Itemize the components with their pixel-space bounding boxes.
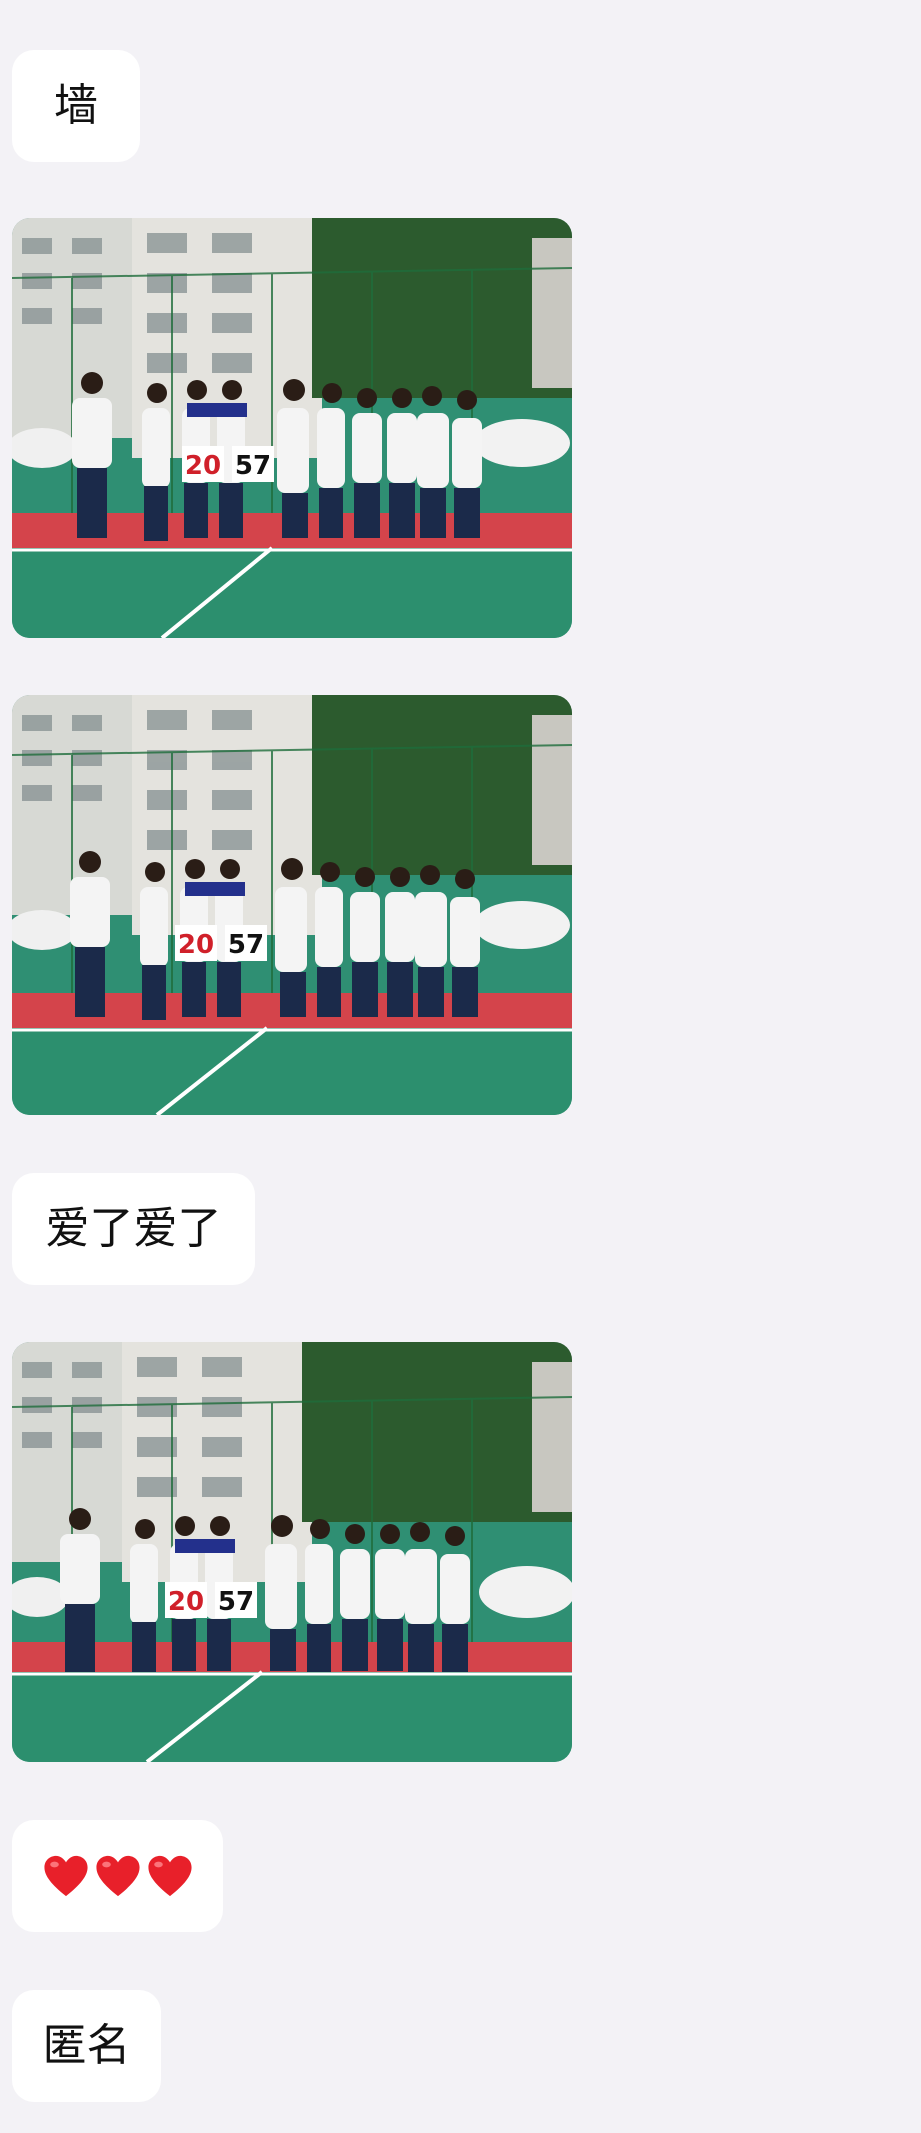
red-heart-icon bbox=[147, 1855, 192, 1897]
message-text: 墙 bbox=[54, 80, 98, 131]
scoreboard-away: 57 bbox=[218, 1587, 254, 1617]
photo-message-2[interactable]: 20 57 bbox=[12, 695, 572, 1115]
heart-emoji-group bbox=[43, 1854, 193, 1898]
scoreboard-away: 57 bbox=[235, 451, 271, 481]
team-photo-image: 20 57 bbox=[12, 218, 572, 638]
photo-message-1[interactable]: 20 57 bbox=[12, 218, 572, 638]
team-photo-image: 20 57 bbox=[12, 1342, 572, 1762]
team-photo-image: 20 57 bbox=[12, 695, 572, 1115]
scoreboard-home: 20 bbox=[168, 1587, 204, 1617]
message-text: 爱了爱了 bbox=[45, 1203, 222, 1254]
message-bubble-anonymous[interactable]: 匿名 bbox=[12, 1990, 161, 2102]
message-bubble-wall[interactable]: 墙 bbox=[12, 50, 140, 162]
scoreboard-home: 20 bbox=[185, 451, 221, 481]
scoreboard-away: 57 bbox=[228, 930, 264, 960]
scoreboard-home: 20 bbox=[178, 930, 214, 960]
message-text: 匿名 bbox=[42, 2020, 131, 2071]
red-heart-icon bbox=[43, 1855, 88, 1897]
red-heart-icon bbox=[95, 1855, 140, 1897]
message-bubble-hearts[interactable] bbox=[12, 1820, 223, 1932]
message-bubble-love-it[interactable]: 爱了爱了 bbox=[12, 1173, 255, 1285]
chat-thread: 墙 20 57 20 57 爱了爱了 20 57 匿名 bbox=[0, 0, 921, 2133]
photo-message-3[interactable]: 20 57 bbox=[12, 1342, 572, 1762]
